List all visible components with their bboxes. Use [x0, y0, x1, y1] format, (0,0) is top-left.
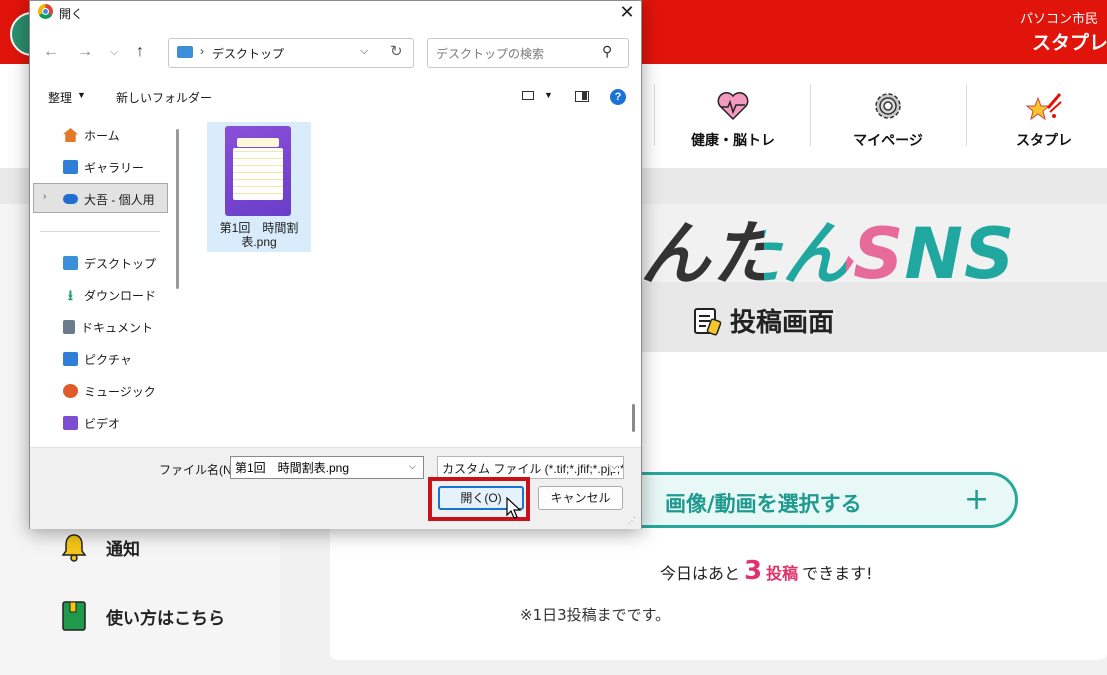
nav-item-videos[interactable]: ビデオ 📌: [63, 410, 198, 436]
nav-item-label: ビデオ: [84, 416, 121, 431]
preview-pane-icon[interactable]: [575, 91, 589, 102]
file-scrollbar-thumb[interactable]: [632, 404, 635, 432]
resize-grip-icon[interactable]: ⋰: [628, 516, 636, 525]
nav-item-health-label: 健康・脳トレ: [691, 133, 775, 149]
post-title-text: 投稿画面: [730, 308, 835, 338]
chevron-down-icon[interactable]: ⌵: [360, 45, 368, 58]
document-icon: [63, 320, 75, 334]
music-icon: [63, 384, 78, 398]
dialog-titlebar[interactable]: [30, 1, 641, 25]
view-mode-icon[interactable]: [522, 91, 534, 100]
nav-scrollbar[interactable]: [176, 129, 179, 289]
search-placeholder: デスクトップの検索: [436, 47, 545, 61]
new-folder-button[interactable]: 新しいフォルダー: [116, 89, 212, 106]
sidebar-item-label: 使い方はこちら: [106, 608, 225, 629]
gallery-icon: [63, 160, 78, 174]
desktop-folder-icon: [177, 46, 193, 58]
nav-item-label: デスクトップ: [84, 256, 157, 271]
recent-chevron-icon[interactable]: ⌵: [110, 46, 118, 59]
nav-divider: [654, 84, 655, 146]
thumbnail-timetable: [233, 148, 283, 200]
nav-item-desktop[interactable]: デスクトップ 📌: [63, 250, 198, 276]
filename-field[interactable]: [230, 456, 424, 479]
nav-item-label: ホーム: [84, 128, 120, 143]
remaining-count: 3: [744, 556, 763, 586]
sidebar-item-label: 通知: [106, 539, 140, 560]
book-icon: [62, 601, 86, 631]
chevron-down-icon[interactable]: ⌵: [409, 461, 416, 472]
select-media-label: 画像/動画を選択する: [665, 492, 862, 516]
breadcrumb-separator: ›: [200, 44, 204, 58]
picture-icon: [63, 352, 78, 366]
bell-icon: [61, 534, 87, 562]
remaining-prefix: 今日はあと: [660, 564, 741, 583]
nav-item-pictures[interactable]: ピクチャ 📌: [63, 346, 198, 372]
thumbnail-header: [237, 138, 279, 147]
breadcrumb-location[interactable]: デスクトップ: [212, 45, 284, 62]
close-button[interactable]: ✕: [614, 1, 640, 23]
nav-item-label: ドキュメント: [81, 320, 154, 335]
stars-icon: [1026, 93, 1062, 121]
file-name-label: 第1回 時間割 表.png: [211, 221, 307, 249]
remaining-posts-text: 今日はあと 3 投稿 できます!: [660, 556, 873, 586]
file-name-line: 第1回 時間割: [219, 221, 299, 235]
post-limit-note: ※1日3投稿までです。: [520, 606, 671, 624]
video-icon: [63, 416, 78, 430]
nav-item-label: ミュージック: [84, 384, 156, 399]
expand-chevron-icon[interactable]: ›: [43, 191, 46, 202]
nav-item-mypage-label: マイページ: [853, 133, 923, 149]
desktop-icon: [63, 256, 78, 270]
back-arrow-icon[interactable]: ←: [43, 43, 59, 61]
sidebar-item-notifications[interactable]: 通知: [60, 527, 140, 567]
nav-item-music[interactable]: ミュージック 📌: [63, 378, 198, 404]
refresh-icon[interactable]: ↻: [390, 42, 403, 60]
nav-item-label: ダウンロード: [84, 288, 157, 303]
up-arrow-icon[interactable]: ↑: [136, 43, 144, 61]
file-scrollbar[interactable]: [630, 111, 640, 447]
remaining-unit: 投稿: [766, 564, 799, 583]
chevron-down-icon: ▼: [77, 90, 86, 100]
chevron-down-icon[interactable]: ⌵: [611, 461, 618, 472]
nav-item-health[interactable]: 健康・脳トレ: [656, 64, 810, 168]
download-icon: ⭳: [68, 287, 73, 303]
nav-item-label: 大吾 - 個人用: [84, 192, 155, 207]
onedrive-icon: [63, 194, 78, 204]
nav-item-mypage[interactable]: マイページ: [811, 64, 965, 168]
memo-icon: [694, 307, 722, 335]
filename-label: ファイル名(N):: [159, 463, 239, 477]
open-file-dialog: 開く ✕ ← → ⌵ ↑ › デスクトップ ⌵ ↻ デスクトップの検索 ⚲ 整理…: [29, 0, 642, 529]
chrome-icon: [38, 4, 53, 19]
search-icon: ⚲: [602, 43, 613, 59]
nav-item-documents[interactable]: ドキュメント 📌: [63, 314, 198, 340]
mouse-cursor-icon: [506, 497, 522, 519]
nav-item-downloads[interactable]: ⭳ ダウンロード 📌: [63, 282, 198, 308]
nav-item-home[interactable]: ホーム: [63, 122, 120, 148]
file-type-select[interactable]: カスタム ファイル (*.tif;*.jfif;*.pjp;*.x: [437, 456, 624, 479]
file-name-line: 表.png: [241, 235, 277, 249]
gear-icon: [875, 93, 901, 119]
nav-item-label: ギャラリー: [84, 160, 145, 175]
organize-menu[interactable]: 整理: [48, 89, 72, 106]
nav-item-stapure-label: スタプレ: [1016, 133, 1072, 149]
sidebar-item-help[interactable]: 使い方はこちら: [60, 596, 225, 636]
forward-arrow-icon[interactable]: →: [77, 43, 93, 61]
dialog-title: 開く: [59, 7, 84, 21]
remaining-suffix: できます!: [802, 564, 873, 583]
post-title: 投稿画面: [692, 302, 834, 339]
cancel-button[interactable]: キャンセル: [538, 486, 623, 510]
heart-pulse-icon: [717, 92, 749, 121]
address-bar[interactable]: [168, 38, 414, 68]
help-icon[interactable]: ?: [610, 89, 626, 105]
nav-item-gallery[interactable]: ギャラリー: [63, 154, 144, 180]
nav-divider: [40, 231, 160, 232]
user-name-label: パソコン市民: [1020, 12, 1099, 27]
chevron-down-icon[interactable]: ▼: [544, 90, 553, 100]
nav-item-label: ピクチャ: [84, 352, 132, 367]
nav-item-onedrive[interactable]: 大吾 - 個人用: [63, 186, 155, 212]
nav-item-stapure[interactable]: スタプレ: [967, 64, 1107, 168]
plus-icon: +: [964, 482, 990, 517]
app-name-label: スタプレ: [1032, 32, 1107, 54]
home-icon: [63, 128, 78, 142]
